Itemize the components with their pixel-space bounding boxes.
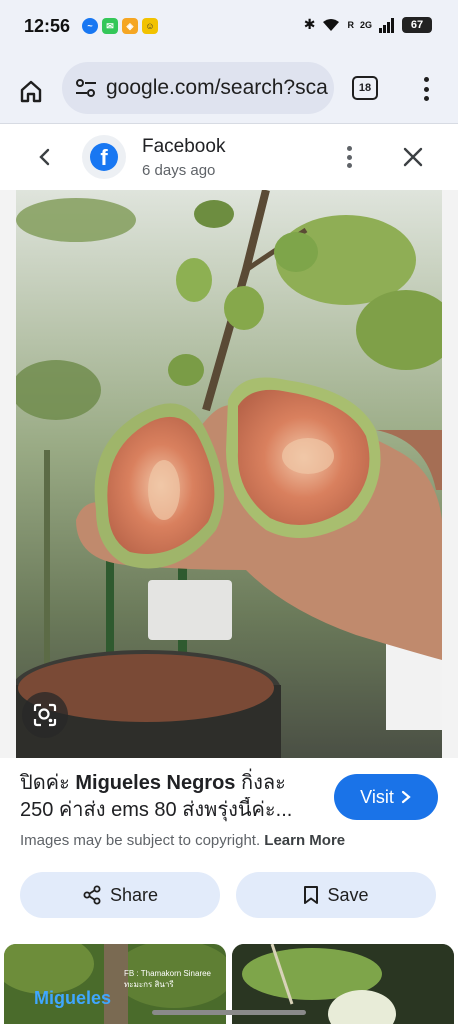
wifi-icon [323,18,340,31]
system-icons: ✱ R 2G 67 [304,16,432,33]
thumbnail-caption: FB : Thamakorn Sinaree ทะมะกร สินารี [124,968,211,990]
learn-more-link[interactable]: Learn More [264,832,345,849]
save-label: Save [327,884,369,905]
title-line2: 250 ค่าส่ง ems 80 ส่งพรุ่งนี้ค่ะ... [20,799,293,821]
thumbnail-caption-line1: FB : Thamakorn Sinaree [124,969,212,978]
title-part1: ปิดค่ะ [20,772,76,794]
google-lens-button[interactable] [22,692,68,738]
app-notification-icon: ☺ [142,18,158,34]
save-button[interactable]: Save [236,872,436,918]
share-button[interactable]: Share [20,872,220,918]
shopping-icon: ◈ [122,18,138,34]
site-settings-icon[interactable] [74,77,98,99]
image-viewer [0,190,458,758]
home-button[interactable] [14,74,48,108]
source-name[interactable]: Facebook [142,136,225,158]
fig-photo[interactable] [16,190,442,758]
title-bold: Migueles Negros [75,772,236,794]
visit-button[interactable]: Visit [334,774,438,820]
visit-label: Visit [360,786,394,807]
gesture-nav-bar[interactable] [152,1010,306,1015]
source-header: f Facebook 6 days ago [0,124,458,190]
bookmark-icon [304,886,319,904]
thumbnail-label: Migueles [34,988,112,1008]
notification-icons: ~ ✉ ◈ ☺ [82,18,158,34]
battery-indicator: 67 [402,16,432,33]
facebook-logo[interactable]: f [82,135,126,179]
share-label: Share [109,884,159,905]
dot [423,96,429,101]
dot [346,146,352,151]
url-text: google.com/search?sca [106,76,328,99]
title-part2: กิ่งละ [235,772,286,794]
browser-toolbar: google.com/search?sca 18 [0,56,458,124]
dot [423,86,429,92]
network-type: 2G [359,19,372,30]
facebook-icon: f [90,143,118,171]
browser-menu-button[interactable] [414,74,438,104]
share-icon [83,885,101,905]
tab-switcher-button[interactable]: 18 [352,76,378,100]
messenger-icon: ~ [82,18,98,34]
close-icon [403,147,423,167]
bluetooth-icon: ✱ [303,16,316,32]
fig-image [16,190,442,758]
status-time: 12:56 [24,16,71,36]
line-app-icon: ✉ [102,18,118,34]
address-bar[interactable]: google.com/search?sca [62,62,334,114]
lens-icon [33,703,57,727]
result-title[interactable]: ปิดค่ะ Migueles Negros กิ่งละ 250 ค่าส่ง… [20,770,320,824]
chevron-left-icon [39,148,50,166]
dot [346,154,352,160]
chevron-right-icon [401,790,411,804]
more-options-button[interactable] [340,142,358,172]
status-bar: 12:56 ~ ✉ ◈ ☺ ✱ R 2G 67 [0,0,458,56]
signal-icon [379,17,394,33]
thumbnail-caption-line2: ทะมะกร สินารี [124,980,174,989]
back-button[interactable] [30,142,60,172]
roaming-indicator: R [347,19,354,30]
dot [346,163,352,168]
close-button[interactable] [398,142,428,172]
dot [423,77,429,82]
source-time: 6 days ago [142,162,216,179]
home-icon [20,80,42,103]
copyright-notice: Images may be subject to copyright. Lear… [20,832,345,849]
copyright-text: Images may be subject to copyright. [20,832,261,849]
